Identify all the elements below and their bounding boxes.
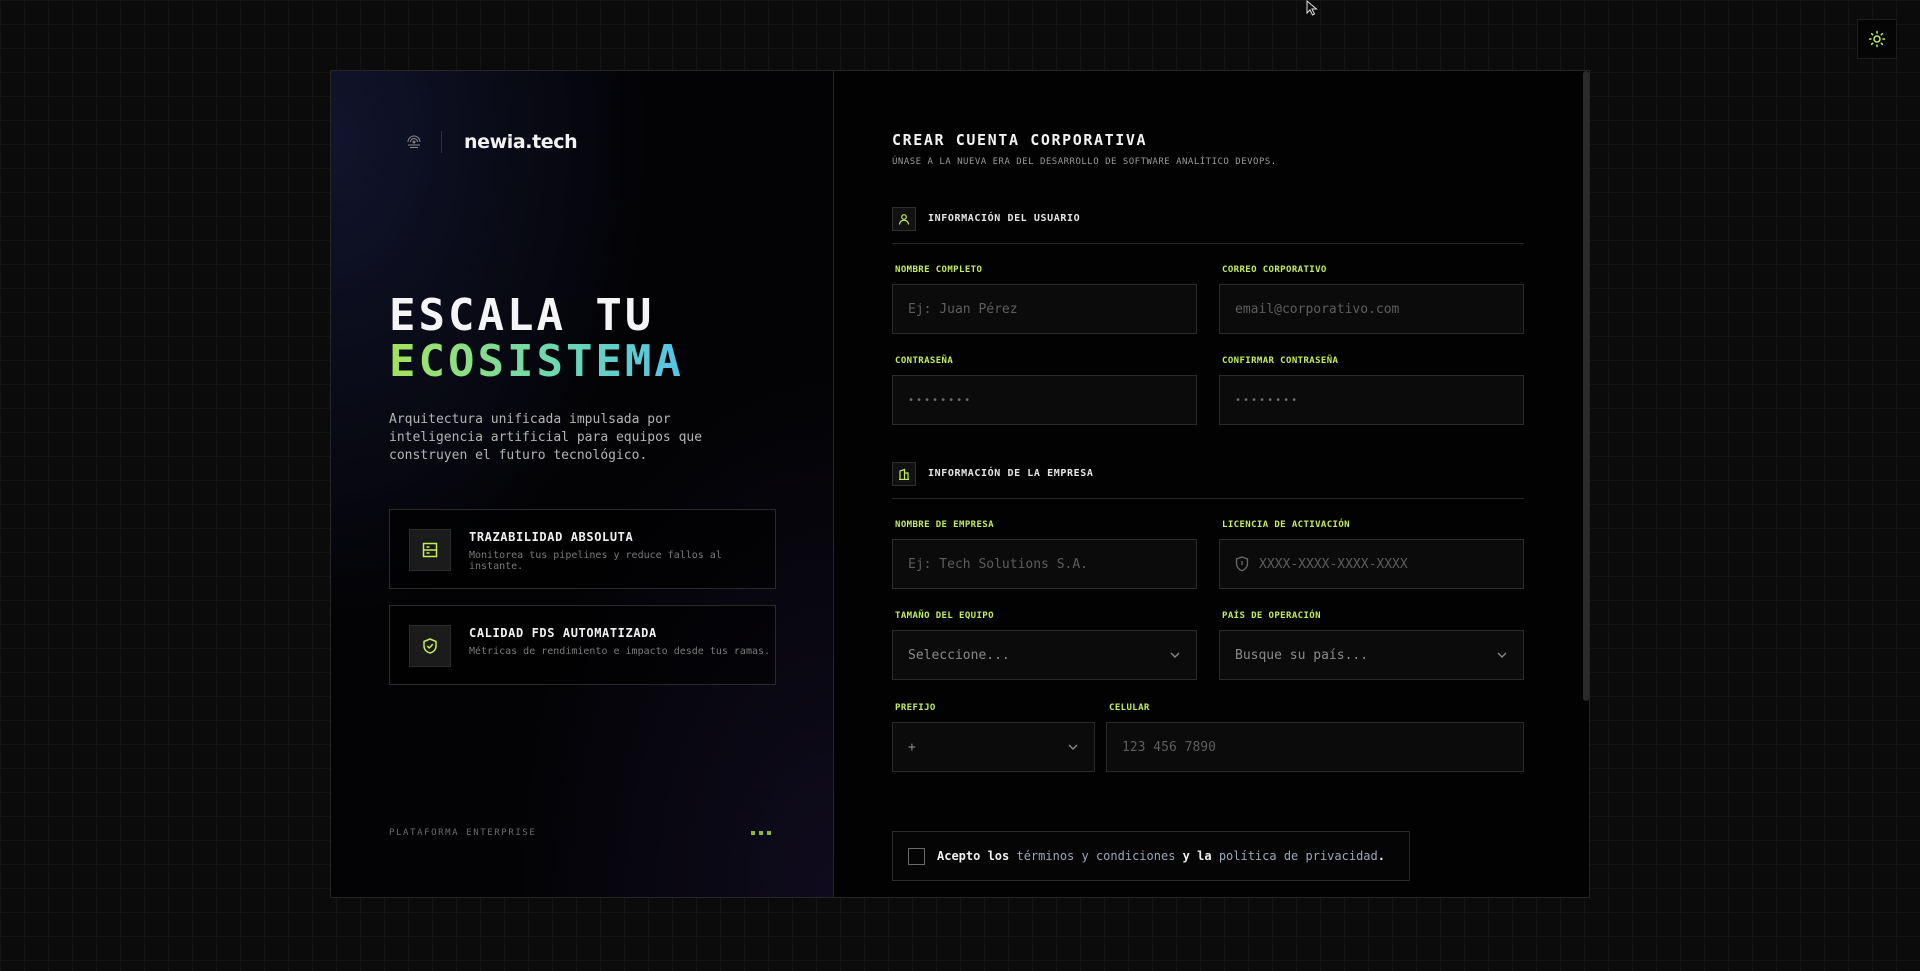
privacy-link[interactable]: política de privacidad	[1219, 849, 1378, 863]
terms-agreement: Acepto los términos y condiciones y la p…	[892, 831, 1410, 881]
platform-label: PLATAFORMA ENTERPRISE	[389, 828, 537, 838]
company-section-header: INFORMACIÓN DE LA EMPRESA	[892, 462, 1524, 499]
brand-name: newia.tech	[464, 131, 578, 153]
sun-icon	[1868, 30, 1886, 48]
theme-toggle-button[interactable]	[1857, 19, 1897, 59]
hero-line-1: ESCALA TU	[389, 290, 655, 341]
company-name-field: NOMBRE DE EMPRESA Ej: Tech Solutions S.A…	[892, 520, 1197, 589]
signup-form-panel: CREAR CUENTA CORPORATIVA ÚNASE A LA NUEV…	[834, 71, 1589, 897]
email-field: CORREO CORPORATIVO email@corporativo.com	[1219, 265, 1524, 334]
building-icon	[892, 462, 916, 486]
field-label: PREFIJO	[895, 703, 936, 713]
team-size-field: TAMAÑO DEL EQUIPO Seleccione...	[892, 611, 1197, 680]
field-label: CELULAR	[1109, 703, 1150, 713]
server-icon	[409, 529, 451, 571]
mouse-cursor-icon	[1306, 0, 1318, 20]
field-label: CONTRASEÑA	[895, 356, 954, 366]
terms-checkbox[interactable]	[908, 847, 925, 865]
shield-icon	[1235, 556, 1249, 572]
hero-heading: ESCALA TU ECOSISTEMA	[389, 293, 684, 385]
password-input[interactable]: ••••••••	[892, 375, 1197, 425]
logo-icon	[405, 133, 423, 151]
full-name-field: NOMBRE COMPLETO Ej: Juan Pérez	[892, 265, 1197, 334]
confirm-password-input[interactable]: ••••••••	[1219, 375, 1524, 425]
license-field: LICENCIA DE ACTIVACIÓN XXXX-XXXX-XXXX-XX…	[1219, 520, 1524, 589]
terms-text: y la	[1182, 849, 1212, 863]
feature-subtitle: Métricas de rendimiento e impacto desde …	[469, 646, 771, 657]
field-label: NOMBRE DE EMPRESA	[895, 520, 994, 530]
user-section-header: INFORMACIÓN DEL USUARIO	[892, 207, 1524, 244]
brand-divider	[441, 131, 442, 153]
field-label: TAMAÑO DEL EQUIPO	[895, 611, 994, 621]
license-input[interactable]: XXXX-XXXX-XXXX-XXXX	[1219, 539, 1524, 589]
terms-text: .	[1377, 849, 1385, 863]
section-title: INFORMACIÓN DEL USUARIO	[928, 213, 1081, 224]
full-name-input[interactable]: Ej: Juan Pérez	[892, 284, 1197, 334]
form-title: CREAR CUENTA CORPORATIVA	[892, 131, 1148, 149]
feature-title: TRAZABILIDAD ABSOLUTA	[469, 530, 634, 544]
form-subtitle: ÚNASE A LA NUEVA ERA DEL DESARROLLO DE S…	[892, 157, 1277, 167]
user-icon	[892, 207, 916, 231]
terms-link[interactable]: términos y condiciones	[1016, 849, 1175, 863]
phone-input[interactable]: 123 456 7890	[1106, 722, 1524, 772]
field-label: NOMBRE COMPLETO	[895, 265, 983, 275]
chevron-down-icon	[1170, 652, 1180, 658]
feature-subtitle: Monitorea tus pipelines y reduce fallos …	[469, 550, 722, 572]
field-label: PAÍS DE OPERACIÓN	[1222, 611, 1321, 621]
signup-card: newia.tech ESCALA TU ECOSISTEMA Arquitec…	[330, 70, 1590, 898]
decorative-dots	[751, 831, 771, 835]
hero-line-2: ECOSISTEMA	[389, 336, 684, 387]
feature-card-quality: CALIDAD FDS AUTOMATIZADA Métricas de ren…	[389, 605, 776, 685]
password-field: CONTRASEÑA ••••••••	[892, 356, 1197, 425]
form-scrollbar[interactable]	[1583, 71, 1589, 701]
field-label: LICENCIA DE ACTIVACIÓN	[1222, 520, 1351, 530]
prefix-field: PREFIJO +	[892, 703, 1095, 772]
brand-panel: newia.tech ESCALA TU ECOSISTEMA Arquitec…	[331, 71, 834, 897]
country-field: PAÍS DE OPERACIÓN Busque su país...	[1219, 611, 1524, 680]
phone-field: CELULAR 123 456 7890	[1106, 703, 1524, 772]
confirm-password-field: CONFIRMAR CONTRASEÑA ••••••••	[1219, 356, 1524, 425]
brand[interactable]: newia.tech	[405, 131, 578, 153]
shield-check-icon	[409, 625, 451, 667]
terms-text: Acepto los	[937, 849, 1010, 863]
chevron-down-icon	[1068, 744, 1078, 750]
chevron-down-icon	[1497, 652, 1507, 658]
email-input[interactable]: email@corporativo.com	[1219, 284, 1524, 334]
country-select[interactable]: Busque su país...	[1219, 630, 1524, 680]
team-size-select[interactable]: Seleccione...	[892, 630, 1197, 680]
field-label: CONFIRMAR CONTRASEÑA	[1222, 356, 1339, 366]
prefix-select[interactable]: +	[892, 722, 1095, 772]
hero-description: Arquitectura unificada impulsada por int…	[389, 412, 703, 463]
feature-title: CALIDAD FDS AUTOMATIZADA	[469, 626, 657, 640]
company-name-input[interactable]: Ej: Tech Solutions S.A.	[892, 539, 1197, 589]
feature-card-traceability: TRAZABILIDAD ABSOLUTA Monitorea tus pipe…	[389, 509, 776, 589]
section-title: INFORMACIÓN DE LA EMPRESA	[928, 468, 1094, 479]
field-label: CORREO CORPORATIVO	[1222, 265, 1327, 275]
